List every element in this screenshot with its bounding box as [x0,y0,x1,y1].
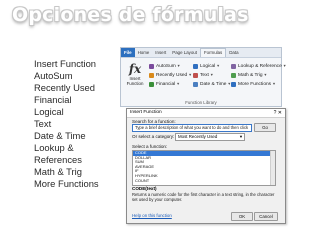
book-icon [231,64,236,69]
chevron-down-icon: ▼ [188,73,192,77]
logical-label: Logical [200,64,216,69]
chevron-down-icon: ▼ [209,73,214,77]
ribbon-column-2: Logical ▼ Text ▼ Date & Time ▼ [193,62,231,89]
insert-function-dialog: Insert Function ? ✕ Search for a functio… [126,108,286,224]
function-library-group-label: Function Library [185,100,217,105]
book-icon [231,82,236,87]
lookup-reference-label: Lookup & Reference [238,64,282,69]
financial-button[interactable]: Financial ▼ [149,80,192,89]
menu-item-math-trig: Math & Trig [34,166,82,177]
autosum-button[interactable]: AutoSum ▼ [149,62,192,71]
ribbon-tab-bar: File Home Insert Page Layout Formulas Da… [121,48,281,58]
tab-page-layout[interactable]: Page Layout [169,48,200,57]
chevron-down-icon: ▼ [176,64,181,68]
autosum-icon [149,64,154,69]
ribbon-column-1: AutoSum ▼ Recently Used ▼ Financial ▼ [149,62,192,89]
theta-icon [231,73,236,78]
clock-icon [193,82,198,87]
category-value: Most Recently Used [178,134,218,139]
function-description: Returns a numeric code for the first cha… [132,192,275,202]
more-functions-label: More Functions [238,82,272,87]
tab-file[interactable]: File [121,48,135,57]
menu-item-recently-used: Recently Used [34,82,95,93]
menu-item-lookup-references: Lookup & References [34,142,82,165]
star-icon [149,73,154,78]
recently-used-label: Recently Used [156,73,188,78]
tab-data[interactable]: Data [226,48,241,57]
chevron-down-icon: ▼ [272,82,276,86]
date-time-button[interactable]: Date & Time ▼ [193,80,231,89]
function-signature: CODE(text) [132,186,157,191]
text-button[interactable]: Text ▼ [193,71,231,80]
list-item[interactable]: COUNT [133,178,275,184]
math-trig-button[interactable]: Math & Trig ▼ [231,71,287,80]
go-button[interactable]: Go [254,123,276,132]
text-label: Text [200,73,209,78]
insert-function-button[interactable]: fx Insert Function [124,62,146,94]
book-icon [149,82,154,87]
lookup-reference-button[interactable]: Lookup & Reference ▼ [231,62,287,71]
category-select[interactable]: Most Recently Used ▼ [175,133,245,141]
logical-button[interactable]: Logical ▼ [193,62,231,71]
excel-ribbon: File Home Insert Page Layout Formulas Da… [120,47,287,107]
search-input[interactable]: Type a brief description of what you wan… [132,124,252,132]
tab-home[interactable]: Home [135,48,153,57]
menu-item-more-functions: More Functions [34,178,99,189]
list-scrollbar[interactable] [270,151,275,185]
more-functions-button[interactable]: More Functions ▼ [231,80,287,89]
book-icon [193,64,198,69]
menu-item-date-time: Date & Time [34,130,86,141]
menu-item-insert-function: Insert Function [34,58,97,69]
close-icon[interactable]: ? ✕ [274,109,282,117]
category-label: Or select a category: [132,134,175,139]
chevron-down-icon: ▼ [239,134,243,139]
tab-formulas[interactable]: Formulas [199,48,227,57]
fx-icon: fx [128,62,142,76]
math-trig-label: Math & Trig [238,73,263,78]
function-menu-list: Insert Function AutoSum Recently Used Fi… [34,58,119,190]
menu-item-financial: Financial [34,94,72,105]
dialog-title: Insert Function [130,110,162,115]
financial-label: Financial [156,82,176,87]
recently-used-button[interactable]: Recently Used ▼ [149,71,192,80]
chevron-down-icon: ▼ [216,64,220,68]
chevron-down-icon: ▼ [263,73,268,77]
dialog-title-bar: Insert Function ? ✕ [127,109,285,118]
tab-insert[interactable]: Insert [152,48,169,57]
cancel-button[interactable]: Cancel [254,212,278,221]
function-list[interactable]: CODE DOLLAR SUM AVERAGE IF HYPERLINK COU… [132,150,276,186]
ribbon-body: fx Insert Function AutoSum ▼ Recently Use… [121,58,287,106]
autosum-label: AutoSum [156,64,176,69]
select-function-label: Select a function: [132,144,168,149]
menu-item-text: Text [34,118,52,129]
menu-item-autosum: AutoSum [34,70,73,81]
book-icon [193,73,198,78]
slide-title: Opciones de fórmulas [12,4,249,26]
ribbon-column-3: Lookup & Reference ▼ Math & Trig ▼ More Fu… [231,62,287,89]
chevron-down-icon: ▼ [176,82,180,86]
help-link[interactable]: Help on this function [132,213,172,218]
chevron-down-icon: ▼ [282,64,287,68]
ok-button[interactable]: OK [231,212,253,221]
date-time-label: Date & Time [200,82,227,87]
menu-item-logical: Logical [34,106,64,117]
insert-function-label-2: Function [126,81,144,86]
